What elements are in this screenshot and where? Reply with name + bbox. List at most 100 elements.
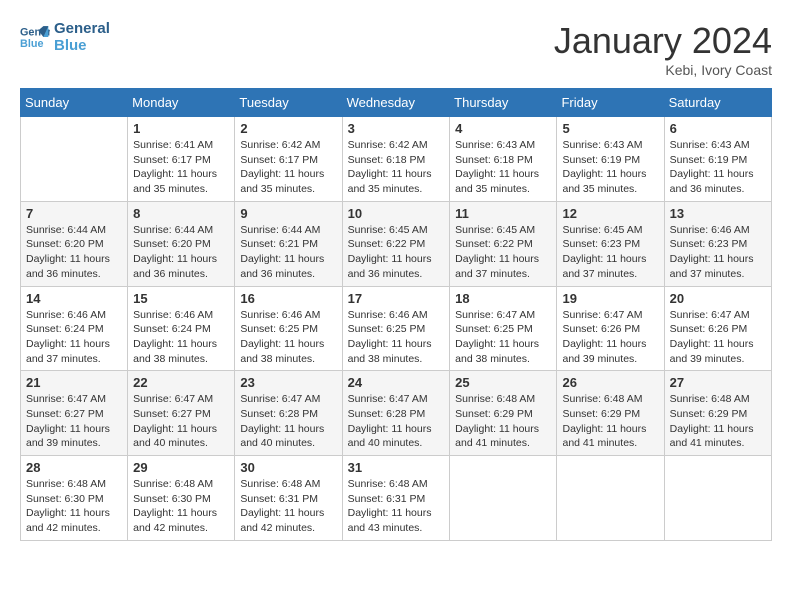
sunrise-label: Sunrise: 6:42 AM: [240, 139, 320, 151]
calendar-cell: 31 Sunrise: 6:48 AM Sunset: 6:31 PM Dayl…: [342, 456, 450, 541]
calendar-cell: 20 Sunrise: 6:47 AM Sunset: 6:26 PM Dayl…: [664, 286, 771, 371]
day-number: 4: [455, 121, 551, 136]
daylight-label: Daylight: 11 hours and 42 minutes.: [133, 507, 217, 534]
calendar-cell: 18 Sunrise: 6:47 AM Sunset: 6:25 PM Dayl…: [450, 286, 557, 371]
day-info: Sunrise: 6:45 AM Sunset: 6:23 PM Dayligh…: [562, 223, 658, 282]
daylight-label: Daylight: 11 hours and 42 minutes.: [26, 507, 110, 534]
weekday-header-wednesday: Wednesday: [342, 89, 450, 117]
daylight-label: Daylight: 11 hours and 37 minutes.: [670, 253, 754, 280]
calendar-cell: 16 Sunrise: 6:46 AM Sunset: 6:25 PM Dayl…: [235, 286, 342, 371]
daylight-label: Daylight: 11 hours and 37 minutes.: [26, 338, 110, 365]
sunset-label: Sunset: 6:31 PM: [348, 493, 426, 505]
calendar-cell: 14 Sunrise: 6:46 AM Sunset: 6:24 PM Dayl…: [21, 286, 128, 371]
daylight-label: Daylight: 11 hours and 35 minutes.: [240, 168, 324, 195]
day-number: 8: [133, 206, 229, 221]
sunset-label: Sunset: 6:28 PM: [240, 408, 318, 420]
svg-text:Blue: Blue: [20, 38, 43, 50]
day-number: 20: [670, 291, 766, 306]
calendar-week-row: 1 Sunrise: 6:41 AM Sunset: 6:17 PM Dayli…: [21, 117, 772, 202]
sunset-label: Sunset: 6:26 PM: [670, 323, 748, 335]
calendar-week-row: 21 Sunrise: 6:47 AM Sunset: 6:27 PM Dayl…: [21, 371, 772, 456]
weekday-header-thursday: Thursday: [450, 89, 557, 117]
title-block: January 2024 Kebi, Ivory Coast: [554, 20, 772, 78]
calendar-cell: 29 Sunrise: 6:48 AM Sunset: 6:30 PM Dayl…: [128, 456, 235, 541]
daylight-label: Daylight: 11 hours and 42 minutes.: [240, 507, 324, 534]
calendar-header-row: SundayMondayTuesdayWednesdayThursdayFrid…: [21, 89, 772, 117]
sunset-label: Sunset: 6:27 PM: [26, 408, 104, 420]
day-info: Sunrise: 6:41 AM Sunset: 6:17 PM Dayligh…: [133, 138, 229, 197]
calendar-cell: 3 Sunrise: 6:42 AM Sunset: 6:18 PM Dayli…: [342, 117, 450, 202]
daylight-label: Daylight: 11 hours and 39 minutes.: [562, 338, 646, 365]
day-number: 24: [348, 375, 445, 390]
day-info: Sunrise: 6:43 AM Sunset: 6:19 PM Dayligh…: [562, 138, 658, 197]
sunrise-label: Sunrise: 6:48 AM: [26, 478, 106, 490]
daylight-label: Daylight: 11 hours and 36 minutes.: [670, 168, 754, 195]
sunrise-label: Sunrise: 6:48 AM: [133, 478, 213, 490]
day-number: 10: [348, 206, 445, 221]
day-info: Sunrise: 6:48 AM Sunset: 6:31 PM Dayligh…: [240, 477, 336, 536]
day-info: Sunrise: 6:48 AM Sunset: 6:31 PM Dayligh…: [348, 477, 445, 536]
daylight-label: Daylight: 11 hours and 40 minutes.: [133, 423, 217, 450]
sunset-label: Sunset: 6:30 PM: [26, 493, 104, 505]
day-number: 25: [455, 375, 551, 390]
sunset-label: Sunset: 6:24 PM: [133, 323, 211, 335]
day-number: 2: [240, 121, 336, 136]
weekday-header-tuesday: Tuesday: [235, 89, 342, 117]
sunset-label: Sunset: 6:31 PM: [240, 493, 318, 505]
sunrise-label: Sunrise: 6:45 AM: [455, 224, 535, 236]
sunset-label: Sunset: 6:19 PM: [670, 154, 748, 166]
sunset-label: Sunset: 6:25 PM: [348, 323, 426, 335]
day-number: 16: [240, 291, 336, 306]
daylight-label: Daylight: 11 hours and 35 minutes.: [562, 168, 646, 195]
day-number: 18: [455, 291, 551, 306]
calendar-cell: 13 Sunrise: 6:46 AM Sunset: 6:23 PM Dayl…: [664, 201, 771, 286]
weekday-header-sunday: Sunday: [21, 89, 128, 117]
calendar-cell: 7 Sunrise: 6:44 AM Sunset: 6:20 PM Dayli…: [21, 201, 128, 286]
calendar-cell: 1 Sunrise: 6:41 AM Sunset: 6:17 PM Dayli…: [128, 117, 235, 202]
day-info: Sunrise: 6:43 AM Sunset: 6:18 PM Dayligh…: [455, 138, 551, 197]
daylight-label: Daylight: 11 hours and 35 minutes.: [348, 168, 432, 195]
day-info: Sunrise: 6:44 AM Sunset: 6:20 PM Dayligh…: [26, 223, 122, 282]
sunset-label: Sunset: 6:29 PM: [455, 408, 533, 420]
sunset-label: Sunset: 6:25 PM: [455, 323, 533, 335]
day-info: Sunrise: 6:48 AM Sunset: 6:29 PM Dayligh…: [670, 392, 766, 451]
day-number: 6: [670, 121, 766, 136]
sunset-label: Sunset: 6:21 PM: [240, 238, 318, 250]
calendar-cell: [664, 456, 771, 541]
sunrise-label: Sunrise: 6:44 AM: [240, 224, 320, 236]
day-info: Sunrise: 6:46 AM Sunset: 6:24 PM Dayligh…: [133, 308, 229, 367]
daylight-label: Daylight: 11 hours and 35 minutes.: [455, 168, 539, 195]
sunrise-label: Sunrise: 6:48 AM: [348, 478, 428, 490]
day-number: 19: [562, 291, 658, 306]
sunrise-label: Sunrise: 6:45 AM: [348, 224, 428, 236]
sunrise-label: Sunrise: 6:43 AM: [455, 139, 535, 151]
month-title: January 2024: [554, 20, 772, 62]
daylight-label: Daylight: 11 hours and 38 minutes.: [455, 338, 539, 365]
day-info: Sunrise: 6:44 AM Sunset: 6:21 PM Dayligh…: [240, 223, 336, 282]
sunset-label: Sunset: 6:18 PM: [348, 154, 426, 166]
day-info: Sunrise: 6:47 AM Sunset: 6:27 PM Dayligh…: [26, 392, 122, 451]
sunset-label: Sunset: 6:23 PM: [562, 238, 640, 250]
day-number: 27: [670, 375, 766, 390]
logo-icon: General Blue: [20, 22, 50, 52]
daylight-label: Daylight: 11 hours and 43 minutes.: [348, 507, 432, 534]
sunrise-label: Sunrise: 6:44 AM: [26, 224, 106, 236]
day-info: Sunrise: 6:47 AM Sunset: 6:28 PM Dayligh…: [240, 392, 336, 451]
daylight-label: Daylight: 11 hours and 38 minutes.: [240, 338, 324, 365]
daylight-label: Daylight: 11 hours and 36 minutes.: [133, 253, 217, 280]
sunset-label: Sunset: 6:26 PM: [562, 323, 640, 335]
calendar-cell: 28 Sunrise: 6:48 AM Sunset: 6:30 PM Dayl…: [21, 456, 128, 541]
page-header: General Blue General Blue January 2024 K…: [20, 20, 772, 78]
sunset-label: Sunset: 6:17 PM: [133, 154, 211, 166]
day-info: Sunrise: 6:43 AM Sunset: 6:19 PM Dayligh…: [670, 138, 766, 197]
calendar-cell: 5 Sunrise: 6:43 AM Sunset: 6:19 PM Dayli…: [557, 117, 664, 202]
daylight-label: Daylight: 11 hours and 41 minutes.: [455, 423, 539, 450]
day-info: Sunrise: 6:46 AM Sunset: 6:23 PM Dayligh…: [670, 223, 766, 282]
sunset-label: Sunset: 6:30 PM: [133, 493, 211, 505]
day-number: 22: [133, 375, 229, 390]
sunset-label: Sunset: 6:20 PM: [133, 238, 211, 250]
sunrise-label: Sunrise: 6:47 AM: [455, 309, 535, 321]
weekday-header-saturday: Saturday: [664, 89, 771, 117]
day-number: 30: [240, 460, 336, 475]
day-number: 15: [133, 291, 229, 306]
